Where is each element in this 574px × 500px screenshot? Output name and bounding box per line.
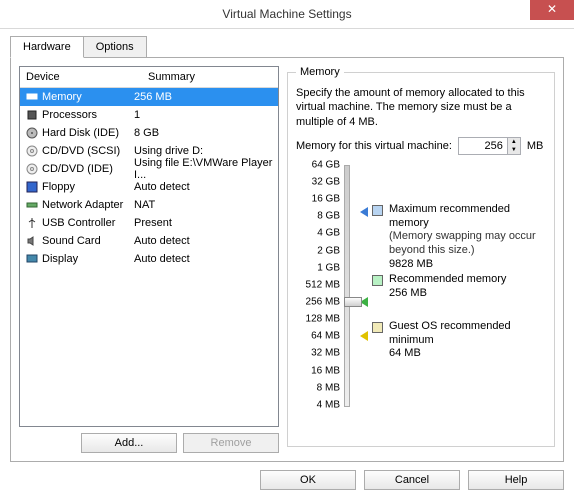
annot-guest-min: Guest OS recommended minimum 64 MB <box>372 320 546 361</box>
device-name: Floppy <box>42 181 134 193</box>
device-name: Memory <box>42 91 134 103</box>
memory-slider-chart: 64 GB32 GB16 GB8 GB4 GB2 GB1 GB512 MB256… <box>296 165 546 425</box>
add-button[interactable]: Add... <box>81 433 177 453</box>
cd-icon <box>24 145 40 157</box>
spin-down-icon[interactable]: ▼ <box>508 146 520 154</box>
table-row[interactable]: USB ControllerPresent <box>20 214 278 232</box>
table-row[interactable]: Network AdapterNAT <box>20 196 278 214</box>
tab-options[interactable]: Options <box>83 36 147 58</box>
slider-tick: 16 GB <box>312 194 340 205</box>
display-icon <box>24 253 40 265</box>
square-green-icon <box>372 275 383 286</box>
cpu-icon <box>24 109 40 121</box>
device-summary: 256 MB <box>134 91 274 103</box>
cd-icon <box>24 163 40 175</box>
annot-recommended: Recommended memory 256 MB <box>372 273 506 301</box>
device-name: Processors <box>42 109 134 121</box>
device-summary: Auto detect <box>134 253 274 265</box>
slider-tick: 1 GB <box>317 262 340 273</box>
table-row[interactable]: Processors1 <box>20 106 278 124</box>
device-name: CD/DVD (SCSI) <box>42 145 134 157</box>
ok-button[interactable]: OK <box>260 470 356 490</box>
memory-legend: Memory <box>296 66 344 78</box>
slider-tick: 32 MB <box>311 348 340 359</box>
slider-thumb[interactable] <box>344 297 362 307</box>
slider-tick: 64 GB <box>312 159 340 170</box>
hdd-icon <box>24 127 40 139</box>
device-name: Display <box>42 253 134 265</box>
vm-settings-window: Virtual Machine Settings ✕ Hardware Opti… <box>0 0 574 500</box>
memory-label: Memory for this virtual machine: <box>296 140 452 152</box>
square-blue-icon <box>372 205 383 216</box>
floppy-icon <box>24 181 40 193</box>
table-row[interactable]: Sound CardAuto detect <box>20 232 278 250</box>
device-name: Hard Disk (IDE) <box>42 127 134 139</box>
slider-tick: 8 GB <box>317 211 340 222</box>
slider-tick: 64 MB <box>311 331 340 342</box>
slider-tick: 128 MB <box>306 314 340 325</box>
spin-up-icon[interactable]: ▲ <box>508 138 520 146</box>
net-icon <box>24 199 40 211</box>
device-summary: Using file E:\VMWare Player I... <box>134 157 274 181</box>
table-header: Device Summary <box>20 67 278 88</box>
slider-tick: 256 MB <box>306 297 340 308</box>
help-button[interactable]: Help <box>468 470 564 490</box>
usb-icon <box>24 217 40 229</box>
device-summary: 1 <box>134 109 274 121</box>
remove-button: Remove <box>183 433 279 453</box>
device-summary: Auto detect <box>134 235 274 247</box>
titlebar: Virtual Machine Settings ✕ <box>0 0 574 29</box>
device-name: USB Controller <box>42 217 134 229</box>
device-name: CD/DVD (IDE) <box>42 163 134 175</box>
tab-strip: Hardware Options <box>10 35 564 57</box>
tab-hardware[interactable]: Hardware <box>10 36 84 58</box>
square-yellow-icon <box>372 322 383 333</box>
device-name: Network Adapter <box>42 199 134 211</box>
memory-unit: MB <box>527 140 544 152</box>
cancel-button[interactable]: Cancel <box>364 470 460 490</box>
slider-tick: 32 GB <box>312 177 340 188</box>
device-summary: NAT <box>134 199 274 211</box>
slider-tick: 8 MB <box>317 382 340 393</box>
device-summary: 8 GB <box>134 127 274 139</box>
device-name: Sound Card <box>42 235 134 247</box>
memory-icon <box>24 91 40 103</box>
sound-icon <box>24 235 40 247</box>
slider-tick: 512 MB <box>306 279 340 290</box>
device-summary: Auto detect <box>134 181 274 193</box>
device-summary: Present <box>134 217 274 229</box>
slider-tick: 4 GB <box>317 228 340 239</box>
memory-input[interactable] <box>459 138 507 154</box>
close-button[interactable]: ✕ <box>530 0 574 20</box>
device-summary: Using drive D: <box>134 145 274 157</box>
memory-spinbox[interactable]: ▲ ▼ <box>458 137 521 155</box>
table-row[interactable]: Hard Disk (IDE)8 GB <box>20 124 278 142</box>
window-title: Virtual Machine Settings <box>222 7 351 21</box>
table-row[interactable]: DisplayAuto detect <box>20 250 278 268</box>
slider-tick: 2 GB <box>317 245 340 256</box>
slider-tick: 4 MB <box>317 399 340 410</box>
memory-group: Memory Specify the amount of memory allo… <box>287 66 555 447</box>
device-table: Device Summary Memory256 MBProcessors1Ha… <box>19 66 279 427</box>
table-row[interactable]: Memory256 MB <box>20 88 278 106</box>
memory-description: Specify the amount of memory allocated t… <box>296 86 546 129</box>
col-device[interactable]: Device <box>20 67 142 87</box>
table-row[interactable]: CD/DVD (IDE)Using file E:\VMWare Player … <box>20 160 278 178</box>
col-summary[interactable]: Summary <box>142 67 278 87</box>
table-row[interactable]: FloppyAuto detect <box>20 178 278 196</box>
slider-tick: 16 MB <box>311 365 340 376</box>
annot-max-recommended: Maximum recommended memory (Memory swapp… <box>372 203 546 272</box>
